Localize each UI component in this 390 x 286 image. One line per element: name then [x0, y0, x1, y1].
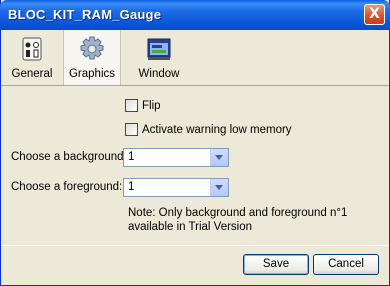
save-button[interactable]: Save — [243, 254, 309, 275]
dialog-window: BLOC_KIT_RAM_Gauge SOFTPEDIA X General G… — [0, 0, 390, 286]
tab-toolbar: General Graphics Window — [1, 30, 389, 86]
tab-label-window: Window — [138, 68, 180, 80]
title-bar[interactable]: BLOC_KIT_RAM_Gauge SOFTPEDIA X — [0, 0, 390, 47]
tab-window[interactable]: Window — [133, 30, 185, 85]
close-button[interactable]: X — [364, 4, 385, 25]
tab-general[interactable]: General — [5, 30, 59, 85]
cancel-button[interactable]: Cancel — [313, 254, 379, 275]
chevron-down-icon[interactable] — [210, 149, 228, 166]
foreground-select-value: 1 — [128, 181, 135, 193]
window-title: BLOC_KIT_RAM_Gauge — [8, 7, 162, 22]
foreground-label: Choose a foreground: — [11, 181, 123, 193]
trial-note-line2: available in Trial Version — [128, 221, 253, 233]
footer-divider — [1, 245, 389, 246]
trial-note-line1: Note: Only background and foreground n°1 — [128, 207, 348, 219]
window-icon — [147, 38, 171, 60]
gear-icon — [80, 36, 104, 60]
graphics-panel: Flip Activate warning low memory Choose … — [1, 86, 389, 244]
warning-option[interactable]: Activate warning low memory — [125, 123, 292, 136]
warning-checkbox[interactable] — [125, 123, 138, 136]
background-label: Choose a background: — [11, 151, 127, 163]
trial-note: Note: Only background and foreground n°1… — [128, 206, 358, 234]
general-settings-icon — [22, 37, 42, 61]
background-select-value: 1 — [128, 151, 135, 163]
tab-graphics[interactable]: Graphics — [63, 30, 121, 85]
warning-label: Activate warning low memory — [142, 123, 292, 136]
flip-label: Flip — [142, 99, 161, 112]
tab-label-general: General — [11, 68, 53, 80]
flip-checkbox[interactable] — [125, 99, 138, 112]
flip-option[interactable]: Flip — [125, 99, 161, 112]
background-select[interactable]: 1 — [123, 148, 229, 167]
chevron-down-icon[interactable] — [210, 179, 228, 196]
foreground-select[interactable]: 1 — [123, 178, 229, 197]
tab-label-graphics: Graphics — [68, 68, 116, 80]
